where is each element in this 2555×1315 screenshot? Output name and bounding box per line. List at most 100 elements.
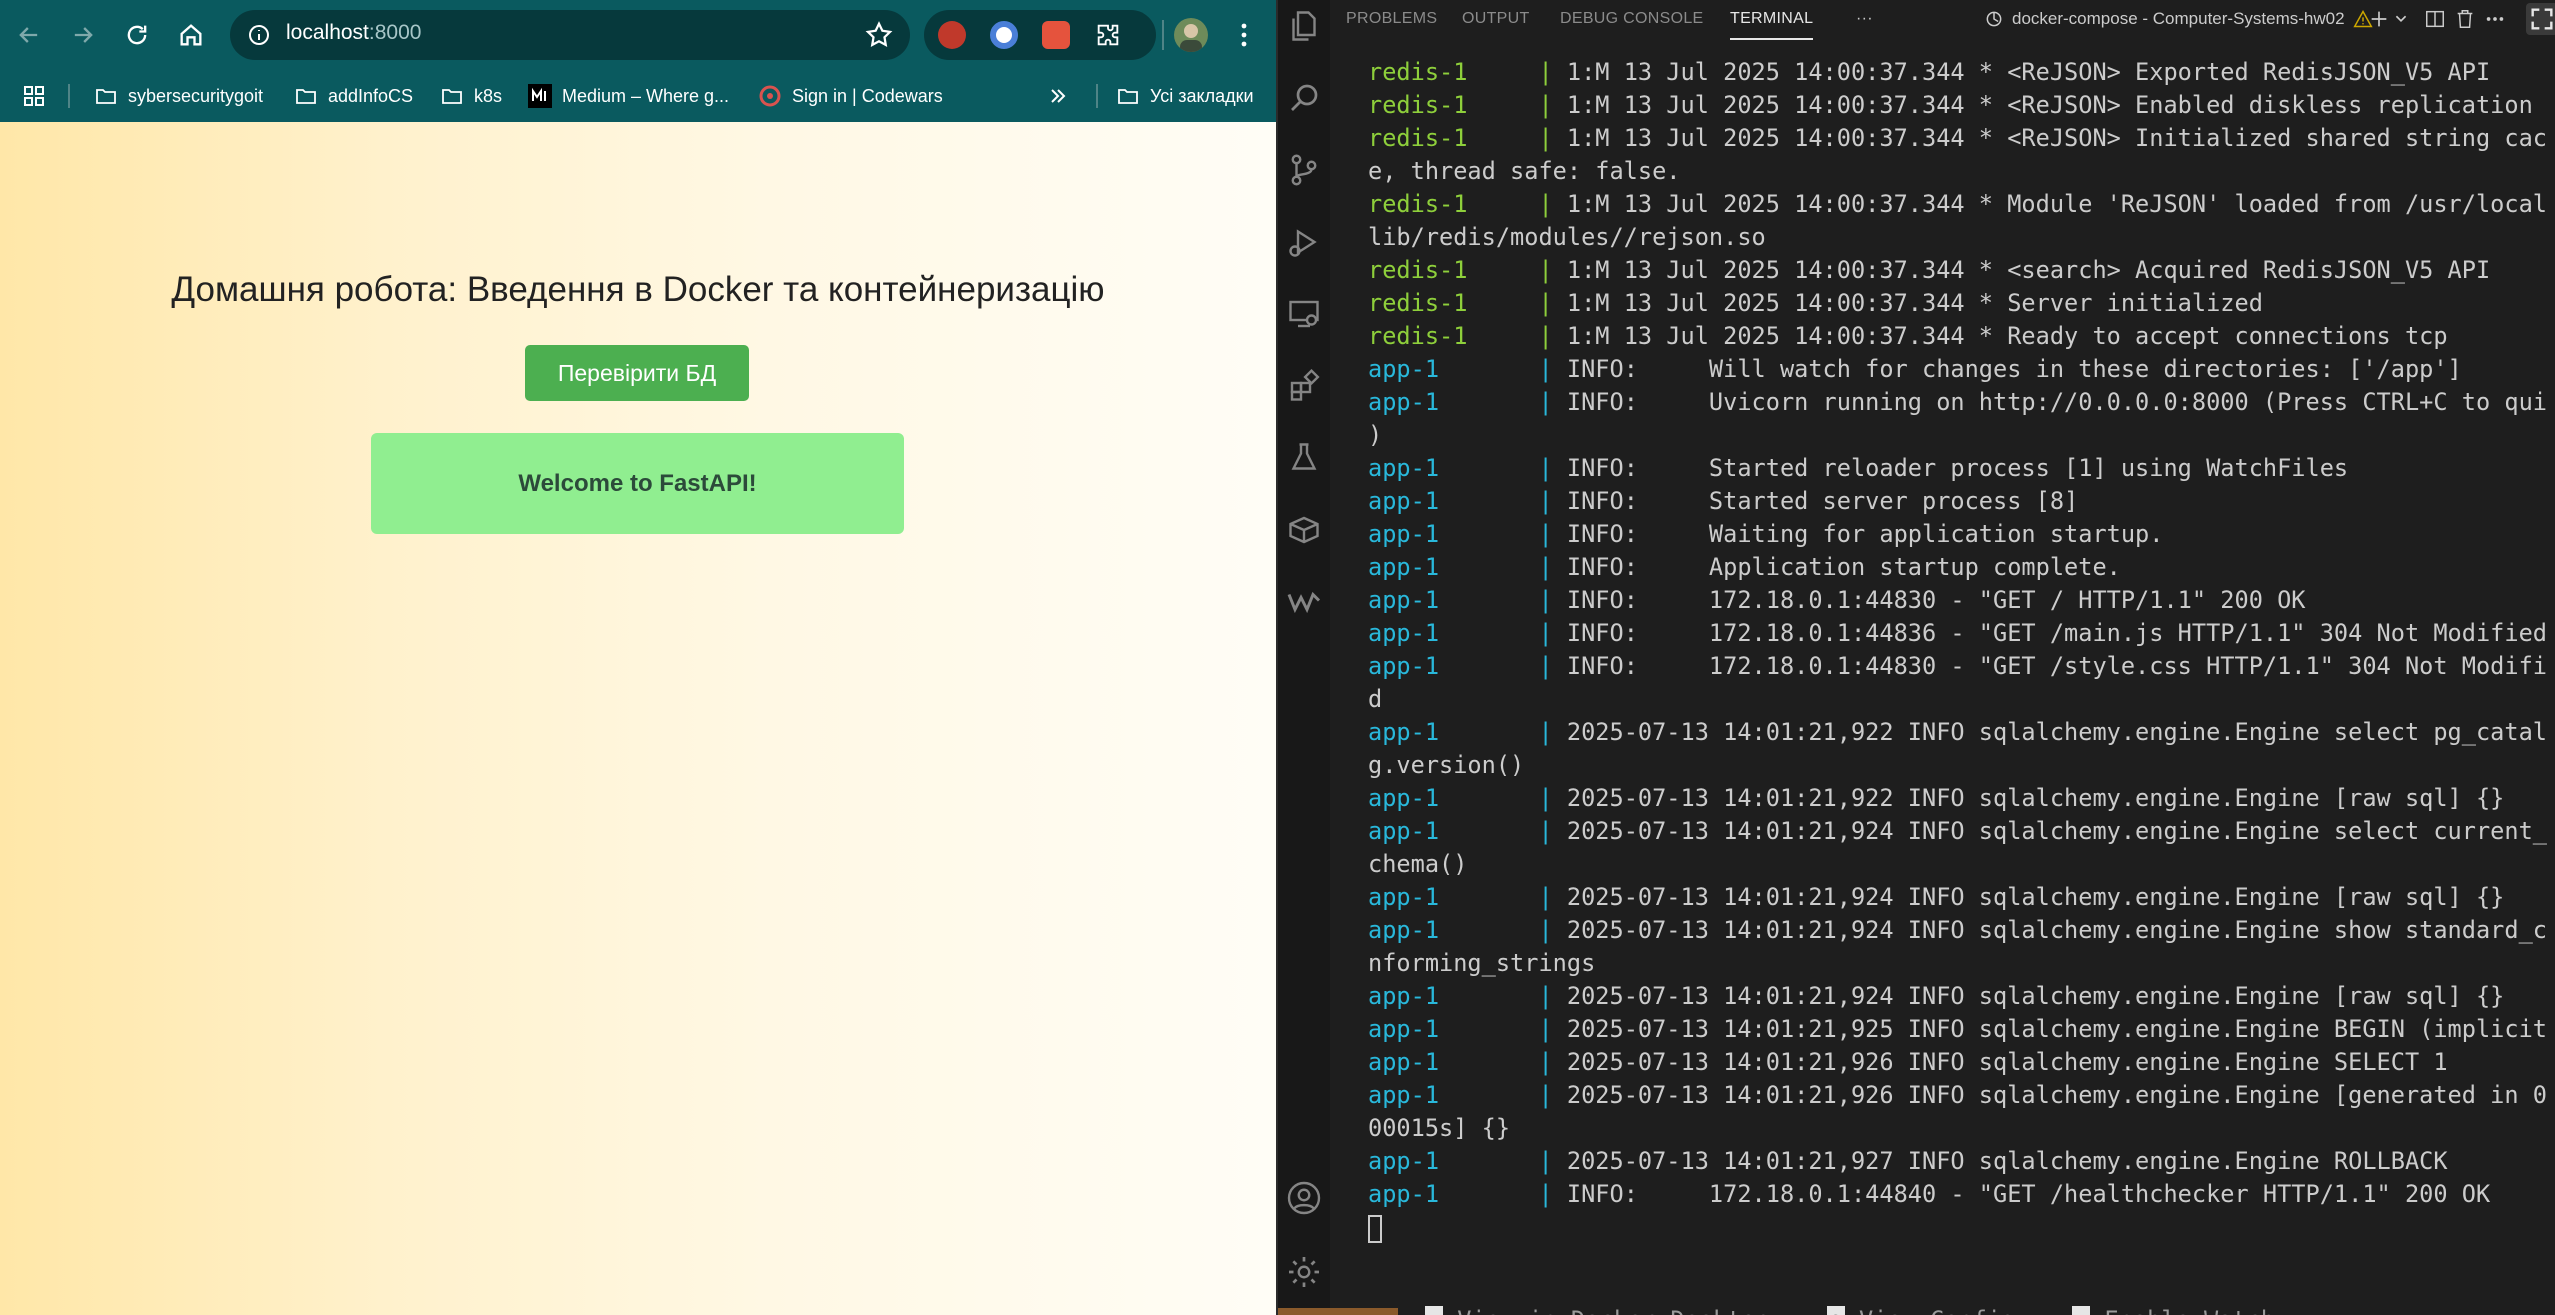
reload-icon [127, 25, 147, 45]
terminal-separator: | [1467, 91, 1567, 119]
forward-button[interactable] [60, 12, 106, 58]
terminal-service-name: app-1 [1368, 883, 1440, 911]
more-bookmarks-button[interactable] [1046, 70, 1070, 122]
terminal-line: redis-1 | 1:M 13 Jul 2025 14:00:37.344 *… [1368, 188, 2548, 221]
terminal-line: redis-1 | 1:M 13 Jul 2025 14:00:37.344 *… [1368, 122, 2548, 155]
terminal-service-name: app-1 [1368, 553, 1440, 581]
terminal-service-name: app-1 [1368, 388, 1440, 416]
address-bar[interactable]: localhost:8000 [230, 10, 910, 60]
arrow-right-icon [74, 27, 93, 43]
folder-icon [1118, 89, 1138, 104]
terminal-message: chema() [1368, 850, 1468, 878]
gear-icon [1289, 1257, 1319, 1287]
apps-grid-button[interactable] [22, 70, 46, 122]
terminal-separator: | [1467, 124, 1567, 152]
split-terminal-icon[interactable] [2424, 8, 2446, 30]
terminal-service-name: app-1 [1368, 487, 1440, 515]
shortcut-docker-desktop[interactable]: v View in Docker Desktop [1424, 1306, 1770, 1315]
back-button[interactable] [6, 12, 52, 58]
maximize-panel-button[interactable] [2526, 3, 2555, 35]
terminal-cursor-line[interactable] [1368, 1211, 2548, 1244]
terminal-line: redis-1 | 1:M 13 Jul 2025 14:00:37.344 *… [1368, 320, 2548, 353]
terminal-name[interactable]: docker-compose - Computer-Systems-hw02 [1984, 9, 2373, 29]
tab-terminal[interactable]: TERMINAL [1730, 10, 1814, 40]
docker-button[interactable] [1286, 512, 1322, 548]
chevron-down-icon[interactable] [2394, 8, 2408, 30]
bookmark-all-bookmarks[interactable]: Усі закладки [1116, 70, 1254, 122]
bookmark-addinfocs[interactable]: addInfoCS [294, 70, 413, 122]
terminal-separator: | [1439, 916, 1567, 944]
terminal-service-name: app-1 [1368, 916, 1440, 944]
wallaby-button[interactable] [1286, 584, 1322, 620]
bookmark-label: Sign in | Codewars [792, 85, 943, 106]
terminal-message: 1:M 13 Jul 2025 14:00:37.344 * Module 'R… [1566, 190, 2548, 218]
reload-button[interactable] [114, 12, 160, 58]
trash-icon[interactable] [2454, 8, 2476, 30]
settings-button[interactable] [1286, 1254, 1322, 1290]
web-page: Домашня робота: Введення в Docker та кон… [0, 122, 1276, 1315]
terminal-cursor [1368, 1214, 1382, 1243]
profile-avatar[interactable] [1174, 18, 1208, 52]
terminal-message: 1:M 13 Jul 2025 14:00:37.344 * Server in… [1566, 289, 2263, 317]
terminal-line: app-1 | 2025-07-13 14:01:21,922 INFO sql… [1368, 716, 2548, 749]
run-debug-button[interactable] [1286, 224, 1322, 260]
bookmark-medium[interactable]: Medium – Where g... [528, 70, 729, 122]
site-info-icon[interactable] [244, 20, 274, 50]
bookmark-label: Medium – Where g... [562, 85, 730, 106]
puzzle-extensions-icon[interactable] [1094, 21, 1122, 49]
search-button[interactable] [1286, 80, 1322, 116]
testing-button[interactable] [1286, 440, 1322, 476]
terminal-service-name: app-1 [1368, 652, 1440, 680]
terminal-separator: | [1439, 784, 1567, 812]
terminal-line: app-1 | 2025-07-13 14:01:21,926 INFO sql… [1368, 1046, 2548, 1079]
shortcut-view-config[interactable]: o View Config [1826, 1306, 2015, 1315]
terminal-separator: | [1439, 586, 1567, 614]
browser-menu-icon[interactable] [1232, 20, 1256, 50]
terminal-line: ) [1368, 419, 2548, 452]
more-actions-icon[interactable] [2484, 8, 2506, 30]
terminal-message: INFO: Will watch for changes in these di… [1566, 355, 2462, 383]
apps-grid-icon [24, 86, 44, 106]
terminal-message: nforming_strings [1368, 949, 1596, 977]
explorer-button[interactable] [1286, 8, 1322, 44]
terminal-line: app-1 | INFO: Started server process [8] [1368, 485, 2548, 518]
terminal-output[interactable]: redis-1 | 1:M 13 Jul 2025 14:00:37.344 *… [1368, 56, 2548, 1244]
new-terminal-icon[interactable] [2368, 8, 2390, 30]
terminal-line: app-1 | 2025-07-13 14:01:21,924 INFO sql… [1368, 881, 2548, 914]
folder-icon [96, 89, 116, 104]
terminal-service-name: app-1 [1368, 586, 1440, 614]
folder-icon [296, 89, 316, 104]
terminal-service-name: redis-1 [1368, 58, 1468, 86]
check-db-button[interactable]: Перевірити БД [525, 345, 749, 401]
bookmarks-divider [1096, 84, 1098, 108]
red-extension-icon[interactable] [1042, 21, 1070, 49]
home-icon [180, 24, 202, 46]
tomato-extension-icon[interactable] [938, 21, 966, 49]
tab-problems[interactable]: PROBLEMS [1346, 10, 1437, 28]
bookmark-codewars[interactable]: Sign in | Codewars [758, 70, 943, 122]
bookmark-star-icon[interactable] [864, 20, 894, 50]
accounts-button[interactable] [1286, 1180, 1322, 1216]
w-logo-icon [1287, 591, 1321, 614]
terminal-line: app-1 | 2025-07-13 14:01:21,926 INFO sql… [1368, 1079, 2548, 1112]
shortcut-enable-watch[interactable]: w Enable Watch [2072, 1306, 2275, 1315]
bookmark-sybersecuritygoit[interactable]: sybersecuritygoit [94, 70, 263, 122]
home-button[interactable] [168, 12, 214, 58]
terminal-line: redis-1 | 1:M 13 Jul 2025 14:00:37.344 *… [1368, 89, 2548, 122]
extensions-button[interactable] [1286, 368, 1322, 404]
terminal-line: redis-1 | 1:M 13 Jul 2025 14:00:37.344 *… [1368, 56, 2548, 89]
terminal-message: d [1368, 685, 1383, 713]
terminal-line: app-1 | INFO: Uvicorn running on http://… [1368, 386, 2548, 419]
tab-output[interactable]: OUTPUT [1462, 10, 1530, 28]
circle-extension-icon[interactable] [990, 21, 1018, 49]
remote-explorer-icon [1289, 300, 1319, 328]
more-tabs-button[interactable]: ··· [1856, 10, 1873, 28]
files-icon [1292, 11, 1316, 41]
terminal-line: nforming_strings [1368, 947, 2548, 980]
terminal-separator: | [1439, 883, 1567, 911]
source-control-button[interactable] [1286, 152, 1322, 188]
remote-explorer-button[interactable] [1286, 296, 1322, 332]
url-text: localhost:8000 [286, 21, 422, 44]
bookmark-k8s[interactable]: k8s [440, 70, 502, 122]
tab-debug-console[interactable]: DEBUG CONSOLE [1560, 10, 1704, 28]
